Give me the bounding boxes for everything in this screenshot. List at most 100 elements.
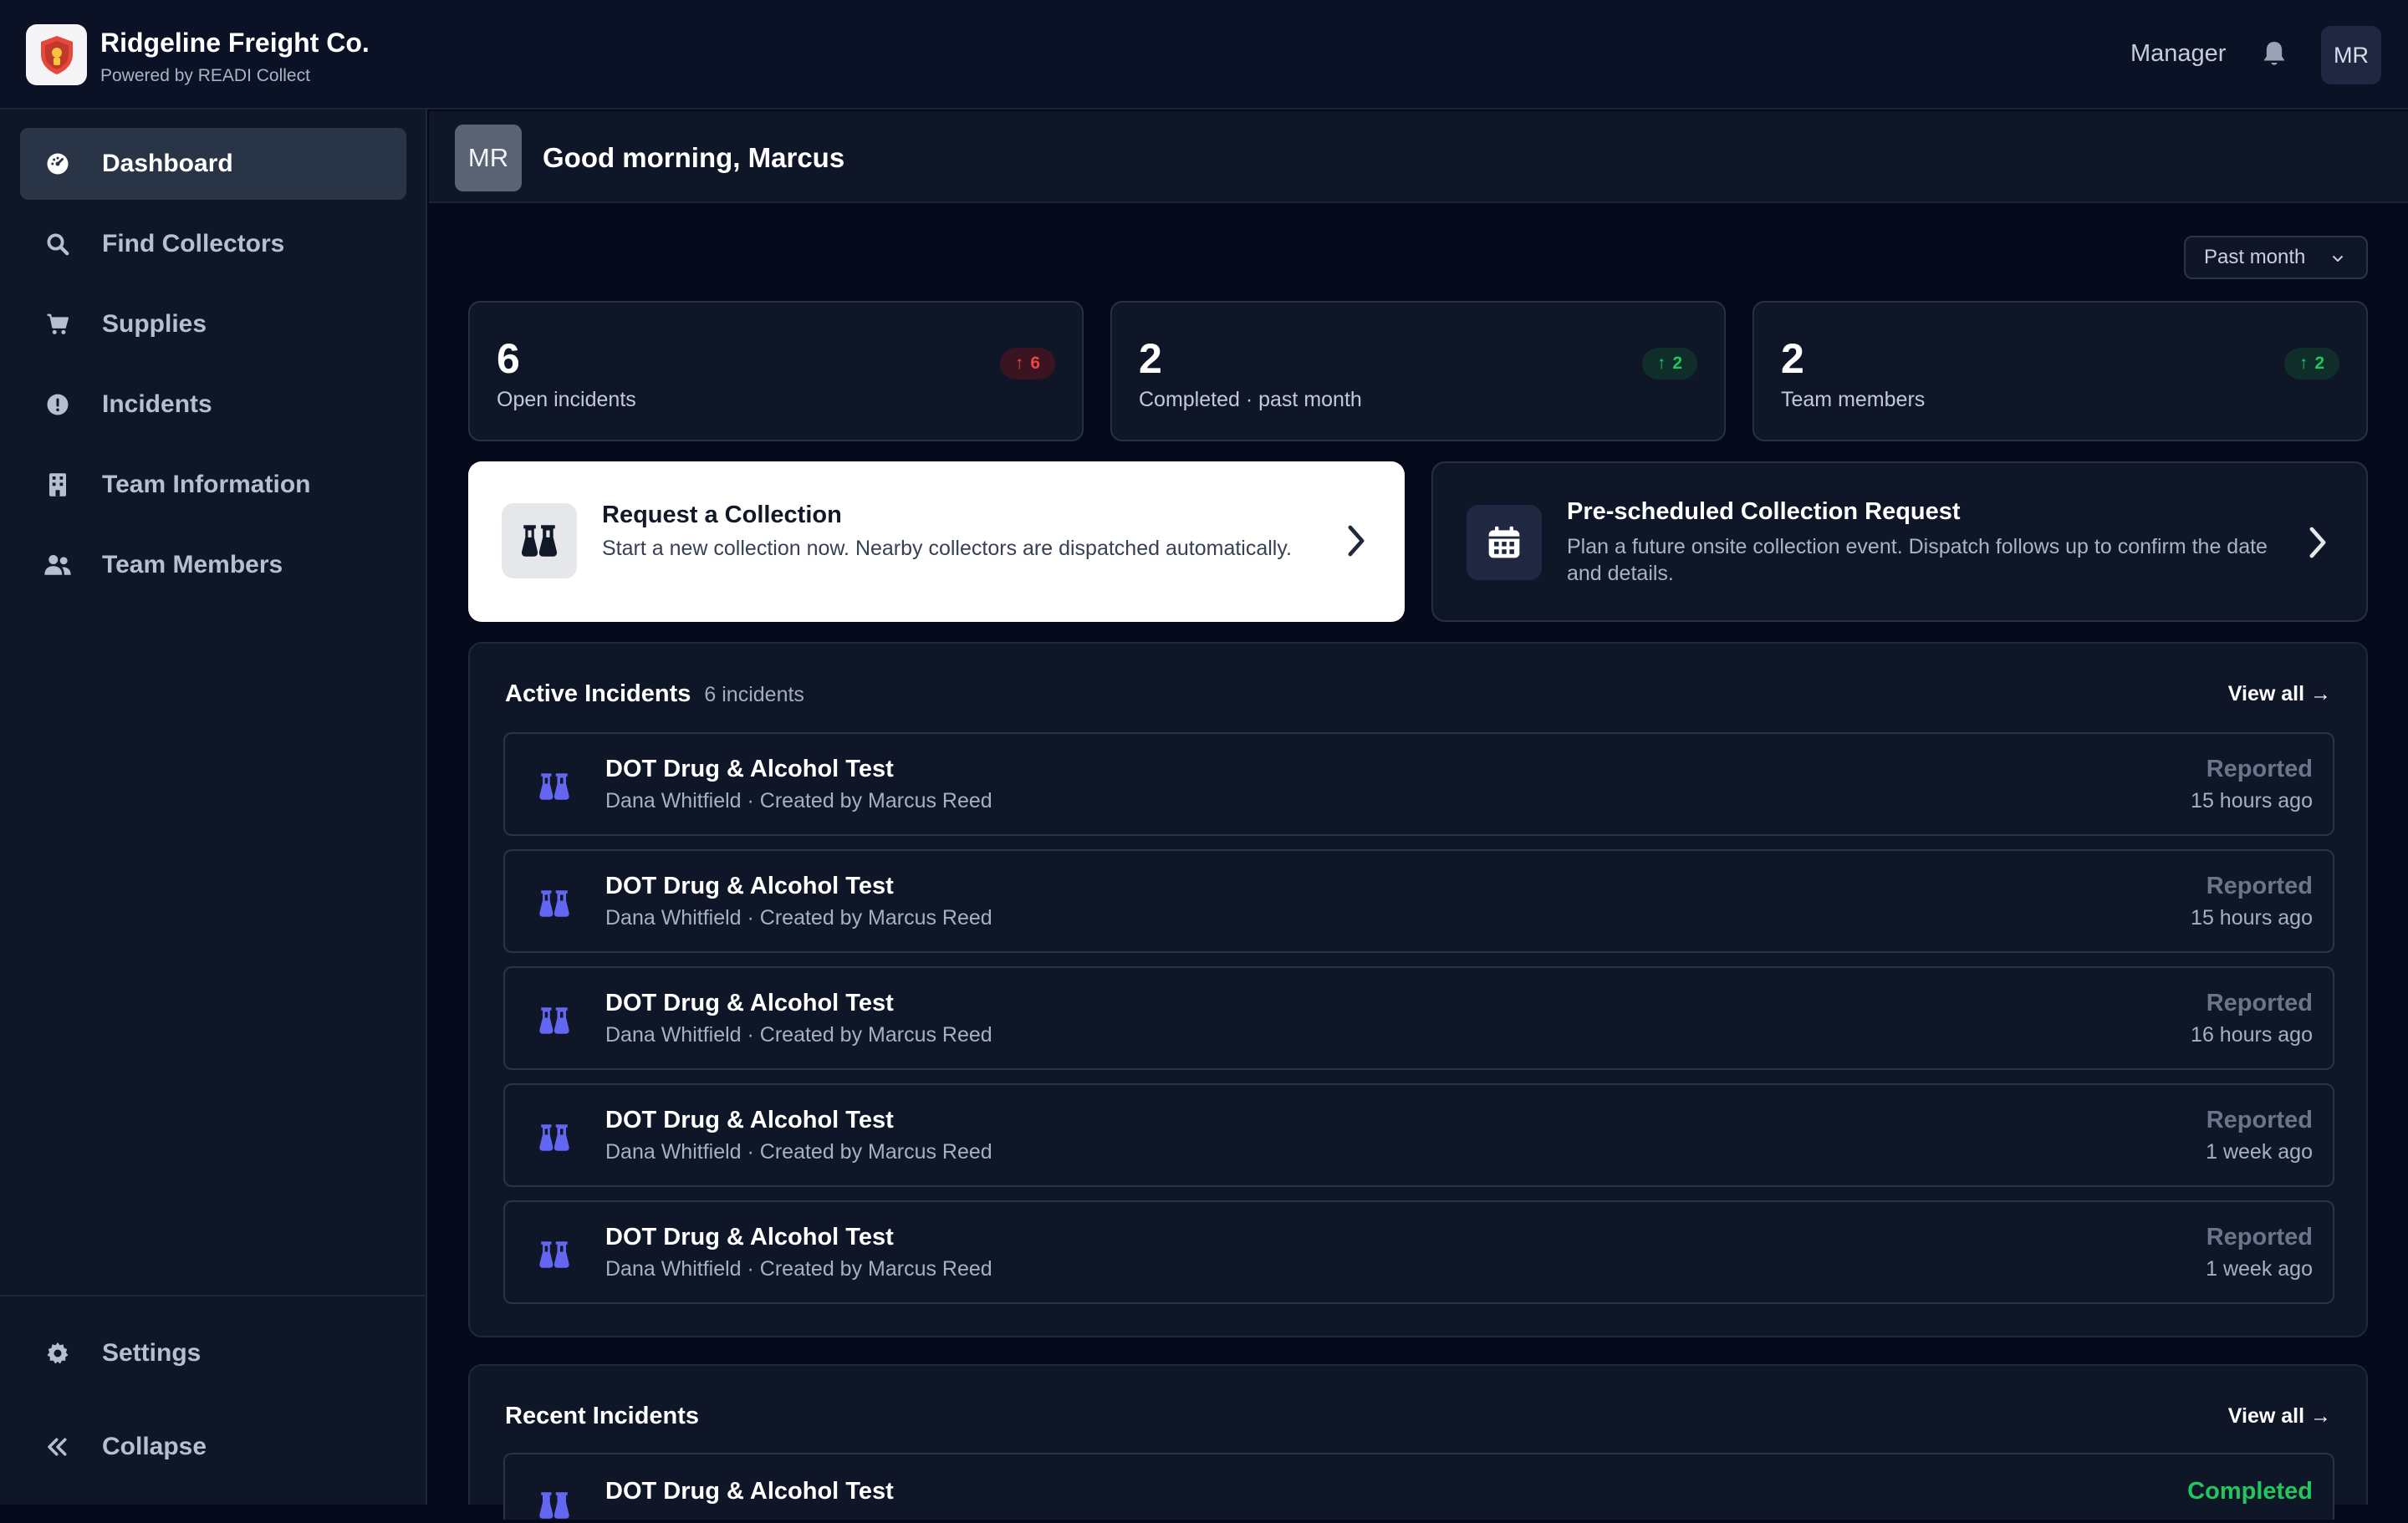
greeting-title: Good morning, Marcus: [543, 142, 845, 173]
stat-value: 6: [497, 335, 520, 382]
building-icon: [43, 471, 72, 499]
sidebar-item-label: Supplies: [102, 310, 207, 338]
incident-title: DOT Drug & Alcohol Test: [605, 1224, 894, 1250]
flask-icon: [539, 773, 569, 800]
stat-value: 2: [1781, 335, 1804, 382]
flask-icon: [539, 1492, 569, 1519]
top-bar: Ridgeline Freight Co. Powered by READI C…: [0, 0, 2408, 110]
trend-badge: ↑ 6: [1000, 348, 1055, 379]
chevron-right-icon: [2309, 527, 2326, 558]
sidebar-item-label: Incidents: [102, 390, 212, 418]
alert-circle-icon: [43, 390, 72, 419]
role-label[interactable]: Manager: [2130, 40, 2226, 68]
trend-badge: ↑ 2: [1642, 348, 1697, 379]
flask-icon: [539, 1124, 569, 1151]
avatar: MR: [455, 125, 522, 191]
incident-time: 15 hours ago: [2191, 789, 2313, 812]
incident-row[interactable]: DOT Drug & Alcohol Test Dana Whitfield ·…: [503, 1200, 2334, 1304]
sidebar-item-find-collectors[interactable]: Find Collectors: [20, 208, 406, 280]
arrow-up-icon: ↑: [2298, 354, 2309, 373]
sidebar-item-team-information[interactable]: Team Information: [20, 449, 406, 521]
flask-icon: [502, 503, 577, 578]
sidebar-divider: [0, 1295, 426, 1296]
shield-logo-icon: [40, 35, 73, 74]
stat-card-team-members: 2 Team members ↑ 2: [1752, 301, 2368, 441]
incident-title: DOT Drug & Alcohol Test: [605, 1107, 894, 1133]
incident-row[interactable]: DOT Drug & Alcohol Test Completed: [503, 1453, 2334, 1520]
action-title: Pre-scheduled Collection Request: [1567, 498, 1961, 525]
dashboard-icon: [43, 150, 72, 178]
chevron-right-icon: [1348, 525, 1365, 557]
status-badge: Reported: [2206, 756, 2313, 782]
incident-subtitle: Dana Whitfield · Created by Marcus Reed: [605, 1023, 992, 1047]
incident-row[interactable]: DOT Drug & Alcohol Test Dana Whitfield ·…: [503, 732, 2334, 836]
sidebar-item-label: Team Information: [102, 471, 311, 498]
gear-icon: [43, 1339, 72, 1368]
arrow-up-icon: ↑: [1014, 354, 1024, 373]
flask-icon: [539, 1241, 569, 1268]
search-icon: [43, 230, 72, 258]
incident-subtitle: Dana Whitfield · Created by Marcus Reed: [605, 789, 992, 812]
sidebar-item-team-members[interactable]: Team Members: [20, 529, 406, 601]
incident-time: 16 hours ago: [2191, 1023, 2313, 1047]
incident-row[interactable]: DOT Drug & Alcohol Test Dana Whitfield ·…: [503, 849, 2334, 953]
sidebar-item-label: Settings: [102, 1339, 202, 1367]
recent-incidents-panel: Recent Incidents View all → DOT Drug & A…: [468, 1364, 2368, 1520]
flask-icon: [539, 1007, 569, 1034]
incident-subtitle: Dana Whitfield · Created by Marcus Reed: [605, 906, 992, 930]
sidebar-item-settings[interactable]: Settings: [20, 1317, 406, 1389]
incident-title: DOT Drug & Alcohol Test: [605, 873, 894, 899]
trend-badge-value: 2: [1672, 354, 1683, 373]
incident-title: DOT Drug & Alcohol Test: [605, 990, 894, 1016]
users-icon: [43, 551, 72, 579]
sidebar-item-incidents[interactable]: Incidents: [20, 369, 406, 441]
panel-title: Recent Incidents: [505, 1403, 700, 1429]
panel-title-text: Active Incidents: [505, 680, 691, 707]
trend-badge-value: 6: [1030, 354, 1041, 373]
stat-value: 2: [1139, 335, 1162, 382]
brand-subtitle: Powered by READI Collect: [100, 66, 310, 85]
period-select[interactable]: Past month: [2184, 236, 2368, 279]
status-badge: Reported: [2206, 1224, 2313, 1250]
view-all-link[interactable]: View all →: [2228, 1404, 2331, 1429]
sidebar-item-label: Dashboard: [102, 150, 233, 177]
sidebar-collapse-button[interactable]: Collapse: [20, 1411, 406, 1483]
period-select-value: Past month: [2204, 246, 2306, 268]
incident-time: 1 week ago: [2206, 1140, 2313, 1164]
chevrons-left-icon: [43, 1433, 72, 1461]
incident-time: 15 hours ago: [2191, 906, 2313, 930]
cart-icon: [43, 310, 72, 339]
bell-icon[interactable]: [2258, 38, 2291, 71]
trend-badge: ↑ 2: [2284, 348, 2339, 379]
trend-badge-value: 2: [2314, 354, 2325, 373]
incident-row[interactable]: DOT Drug & Alcohol Test Dana Whitfield ·…: [503, 1083, 2334, 1187]
action-description: Plan a future onsite collection event. D…: [1567, 535, 2268, 585]
brand-logo[interactable]: [26, 24, 87, 85]
greeting-bar: MR Good morning, Marcus: [429, 111, 2408, 203]
action-description: Start a new collection now. Nearby colle…: [602, 537, 1292, 560]
stat-label: Team members: [1781, 388, 1926, 411]
incident-row[interactable]: DOT Drug & Alcohol Test Dana Whitfield ·…: [503, 966, 2334, 1070]
stat-label: Completed · past month: [1139, 388, 1362, 411]
stat-card-open-incidents: 6 Open incidents ↑ 6: [468, 301, 1084, 441]
incident-subtitle: Dana Whitfield · Created by Marcus Reed: [605, 1140, 992, 1164]
sidebar-item-dashboard[interactable]: Dashboard: [20, 128, 406, 200]
sidebar-item-label: Collapse: [102, 1433, 207, 1460]
sidebar-item-label: Team Members: [102, 551, 283, 578]
incident-subtitle: Dana Whitfield · Created by Marcus Reed: [605, 1257, 992, 1281]
stat-label: Open incidents: [497, 388, 636, 411]
prescheduled-collection-card[interactable]: Pre-scheduled Collection Request Plan a …: [1431, 461, 2368, 622]
status-badge: Reported: [2206, 990, 2313, 1016]
sidebar-item-supplies[interactable]: Supplies: [20, 288, 406, 360]
flask-icon: [539, 890, 569, 917]
user-avatar[interactable]: MR: [2321, 26, 2381, 84]
sidebar: Dashboard Find Collectors Supplies Incid…: [0, 110, 427, 1505]
active-incidents-panel: Active Incidents 6 incidents View all → D…: [468, 642, 2368, 1337]
sidebar-item-label: Find Collectors: [102, 230, 285, 257]
view-all-link[interactable]: View all →: [2228, 682, 2331, 706]
action-title: Request a Collection: [602, 502, 842, 528]
chevron-down-icon: [2333, 256, 2343, 262]
request-collection-card[interactable]: Request a Collection Start a new collect…: [468, 461, 1405, 622]
stat-card-completed: 2 Completed · past month ↑ 2: [1110, 301, 1726, 441]
incident-title: DOT Drug & Alcohol Test: [605, 1478, 894, 1505]
